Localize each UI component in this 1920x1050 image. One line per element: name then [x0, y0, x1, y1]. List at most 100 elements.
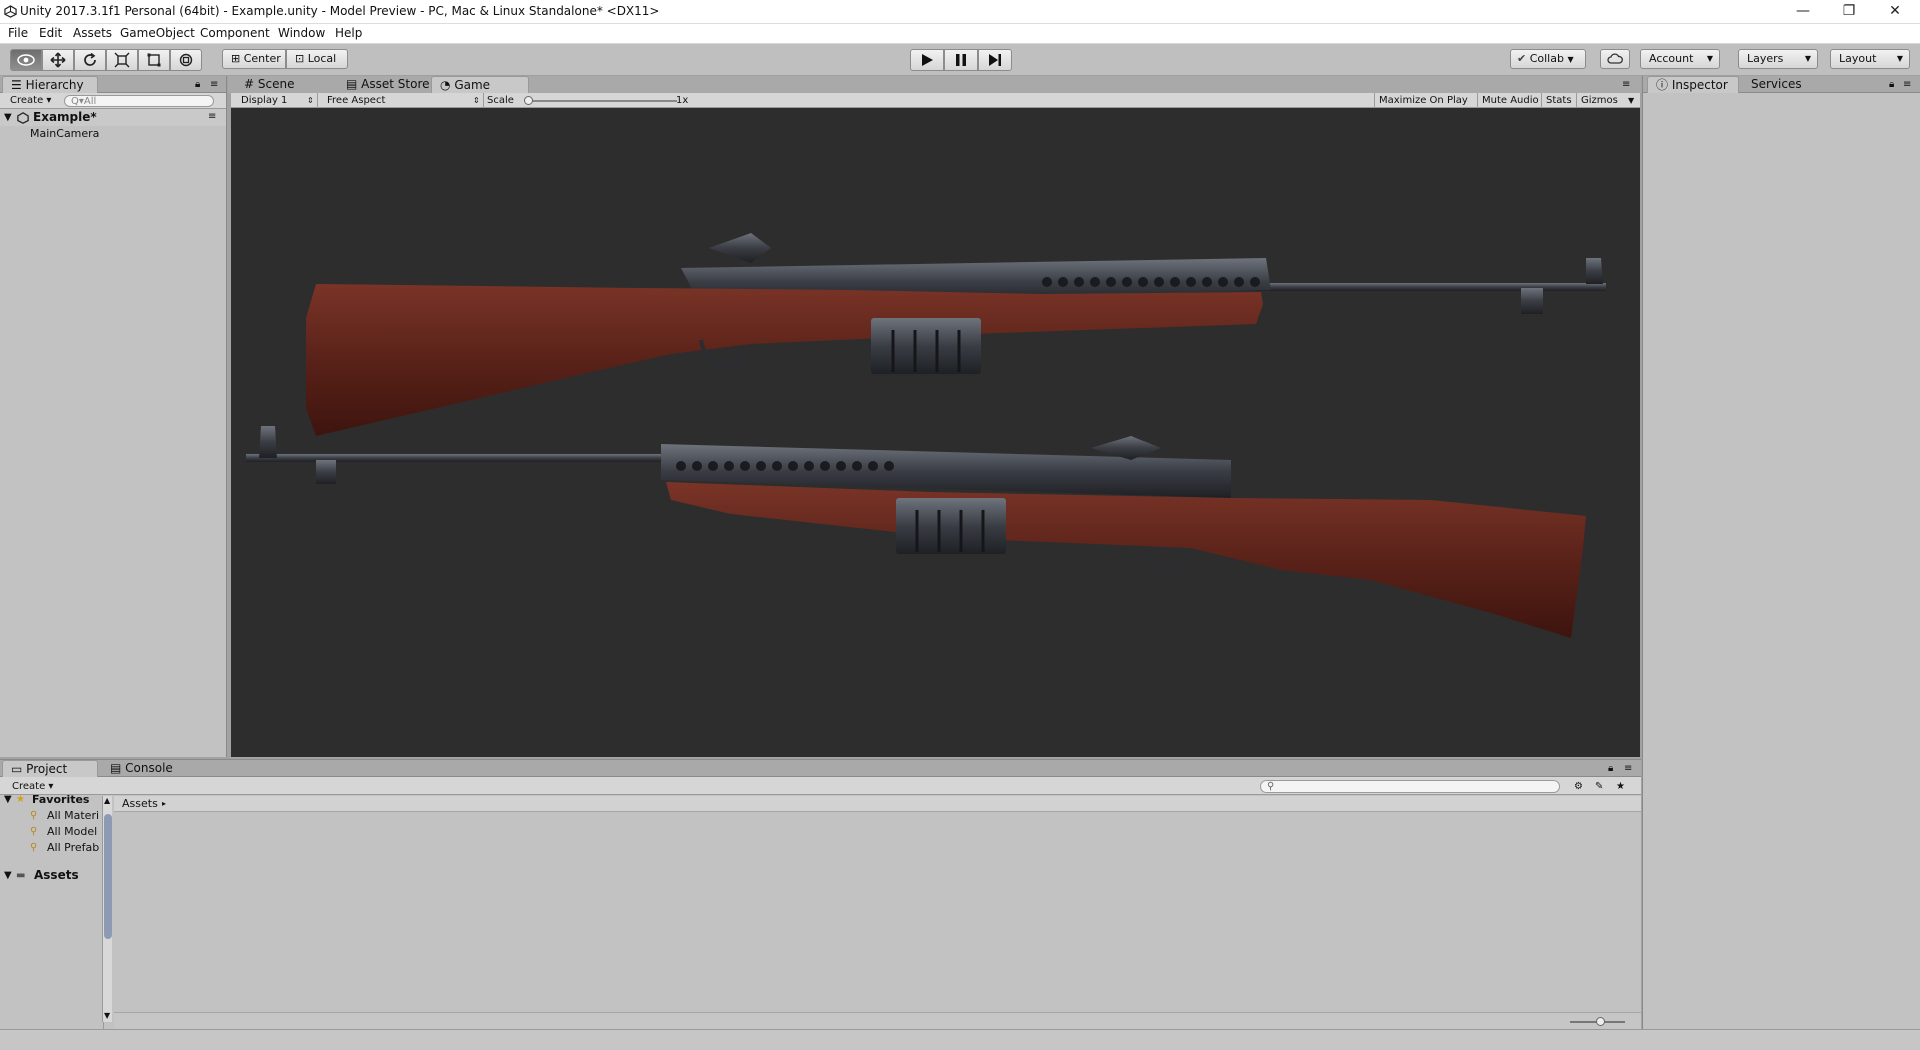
expand-arrow-icon[interactable]: ▼ — [4, 868, 12, 883]
menu-component[interactable]: Component — [200, 26, 270, 40]
lock-icon[interactable]: 🔒︎ — [195, 77, 200, 92]
scene-row[interactable]: ▼ Example* ≡ — [0, 109, 226, 126]
rect-tool-button[interactable] — [138, 49, 170, 71]
scene-menu-icon[interactable]: ≡ — [208, 109, 216, 124]
scale-slider[interactable] — [524, 96, 677, 105]
minimize-button[interactable]: — — [1780, 0, 1826, 24]
scrollbar-thumb[interactable] — [104, 814, 112, 939]
tab-project[interactable]: ▭ Project — [2, 760, 98, 777]
filter-type-icon[interactable]: ⚙ — [1574, 779, 1583, 794]
project-folder-tree: ▼ ★ Favorites ⚲ All Materi ⚲ All Model ⚲… — [0, 793, 112, 1030]
collab-dropdown[interactable]: ✔ Collab ▼ — [1510, 49, 1586, 69]
gizmos-dropdown[interactable]: Gizmos — [1581, 93, 1618, 108]
hierarchy-search-input[interactable]: Q▾All — [64, 95, 214, 107]
scale-tool-button[interactable] — [106, 49, 138, 71]
pause-button[interactable] — [944, 49, 978, 71]
menu-edit[interactable]: Edit — [39, 26, 62, 40]
pivot-local-button[interactable]: ⊡ Local — [286, 49, 348, 69]
aspect-dropdown[interactable]: Free Aspect — [327, 93, 385, 108]
unity-scene-icon — [17, 112, 29, 124]
hierarchy-item[interactable]: MainCamera — [0, 126, 226, 142]
panel-menu-icon[interactable]: ≡ — [1903, 77, 1911, 92]
inspector-tab-label: Inspector — [1671, 78, 1728, 92]
favorite-item[interactable]: All Materi — [47, 808, 99, 823]
menu-window[interactable]: Window — [278, 26, 325, 40]
expand-arrow-icon[interactable]: ▼ — [4, 110, 12, 125]
view-tool-button[interactable] — [10, 49, 42, 71]
tab-asset-store[interactable]: ▤ Asset Store — [338, 76, 438, 93]
display-dropdown[interactable]: Display 1 — [241, 93, 287, 108]
tab-services[interactable]: Services — [1743, 76, 1810, 93]
slider-handle[interactable] — [524, 96, 533, 105]
project-panel: ▭ Project ▤ Console 🔒︎ ≡ Create ▾ ⚲ ⚙ ✎ … — [0, 759, 1641, 1030]
grid-icon: # — [244, 77, 255, 91]
create-label: Create — [10, 95, 44, 106]
unity-logo-icon — [4, 5, 17, 18]
maximize-on-play-toggle[interactable]: Maximize On Play — [1379, 93, 1468, 108]
scroll-up-icon[interactable]: ▲ — [104, 793, 110, 808]
menu-file[interactable]: File — [8, 26, 28, 40]
icon-size-slider[interactable] — [1570, 1017, 1625, 1026]
info-icon: ⓘ — [1656, 78, 1669, 92]
divider — [1541, 93, 1542, 108]
scroll-down-icon[interactable]: ▼ — [104, 1008, 110, 1023]
close-window-button[interactable]: ✕ — [1872, 0, 1918, 24]
account-dropdown[interactable]: Account ▼ — [1640, 49, 1720, 69]
pivot-center-button[interactable]: ⊞ Center — [222, 49, 286, 69]
mute-audio-toggle[interactable]: Mute Audio — [1482, 93, 1539, 108]
expand-arrow-icon[interactable]: ▼ — [4, 792, 12, 807]
project-tabbar: ▭ Project ▤ Console 🔒︎ ≡ — [0, 760, 1641, 777]
pause-icon — [956, 54, 966, 66]
local-label: Local — [307, 52, 337, 65]
rotate-icon — [84, 52, 96, 66]
assets-folder[interactable]: Assets — [34, 868, 79, 883]
title-bar: Unity 2017.3.1f1 Personal (64bit) - Exam… — [0, 0, 1920, 24]
favorite-item[interactable]: All Prefab — [47, 840, 99, 855]
layout-dropdown[interactable]: Layout ▼ — [1830, 49, 1910, 69]
game-viewport[interactable] — [231, 108, 1640, 757]
layers-dropdown[interactable]: Layers ▼ — [1738, 49, 1818, 69]
tab-inspector[interactable]: ⓘ Inspector — [1647, 76, 1739, 93]
project-toolbar: Create ▾ ⚲ ⚙ ✎ ★ — [0, 777, 1641, 795]
scale-icon — [114, 52, 130, 68]
restore-button[interactable]: ❐ — [1826, 0, 1872, 24]
panel-menu-icon[interactable]: ≡ — [1622, 77, 1630, 92]
rotate-tool-button[interactable] — [74, 49, 106, 71]
hierarchy-create-button[interactable]: Create ▾ — [10, 93, 51, 108]
step-button[interactable] — [978, 49, 1012, 71]
play-button[interactable] — [910, 49, 944, 71]
layout-label: Layout — [1839, 52, 1877, 65]
asset-store-tab-label: Asset Store — [361, 77, 430, 91]
cloud-button[interactable] — [1600, 49, 1630, 69]
lock-icon[interactable]: 🔒︎ — [1608, 761, 1613, 776]
tab-game[interactable]: ◔ Game — [431, 76, 529, 93]
lock-icon[interactable]: 🔒︎ — [1889, 77, 1894, 92]
menu-help[interactable]: Help — [335, 26, 362, 40]
panel-menu-icon[interactable]: ≡ — [210, 77, 218, 92]
panel-menu-icon[interactable]: ≡ — [1624, 761, 1632, 776]
tab-scene[interactable]: # Scene — [236, 76, 302, 93]
menu-gameobject[interactable]: GameObject — [120, 26, 195, 40]
breadcrumb-assets[interactable]: Assets — [122, 796, 158, 811]
tab-hierarchy[interactable]: ☰ Hierarchy — [2, 76, 98, 93]
stats-toggle[interactable]: Stats — [1546, 93, 1572, 108]
favorite-star-icon[interactable]: ★ — [1616, 779, 1625, 794]
favorite-item[interactable]: All Model — [47, 824, 97, 839]
folder-tree-scrollbar[interactable]: ▲ ▼ — [102, 796, 112, 1022]
tab-console[interactable]: ▤ Console — [102, 760, 181, 777]
chevron-down-icon: ▼ — [1804, 54, 1811, 63]
hierarchy-tabbar: ☰ Hierarchy 🔒︎ ≡ — [0, 76, 226, 93]
filter-label-icon[interactable]: ✎ — [1595, 779, 1603, 794]
inspector-panel: ⓘ Inspector Services 🔒︎ ≡ — [1642, 76, 1920, 1029]
move-tool-button[interactable] — [42, 49, 74, 71]
menu-assets[interactable]: Assets — [73, 26, 112, 40]
divider — [1374, 93, 1375, 108]
rifle-bottom — [246, 426, 1586, 638]
transform-tool-button[interactable] — [170, 49, 202, 71]
project-search-input[interactable]: ⚲ — [1260, 780, 1560, 793]
menu-bar: File Edit Assets GameObject Component Wi… — [0, 24, 1920, 44]
slider-handle[interactable] — [1596, 1017, 1605, 1026]
rifle-top — [306, 233, 1606, 436]
step-icon — [989, 54, 1001, 66]
search-icon: ⚲ — [30, 842, 38, 853]
